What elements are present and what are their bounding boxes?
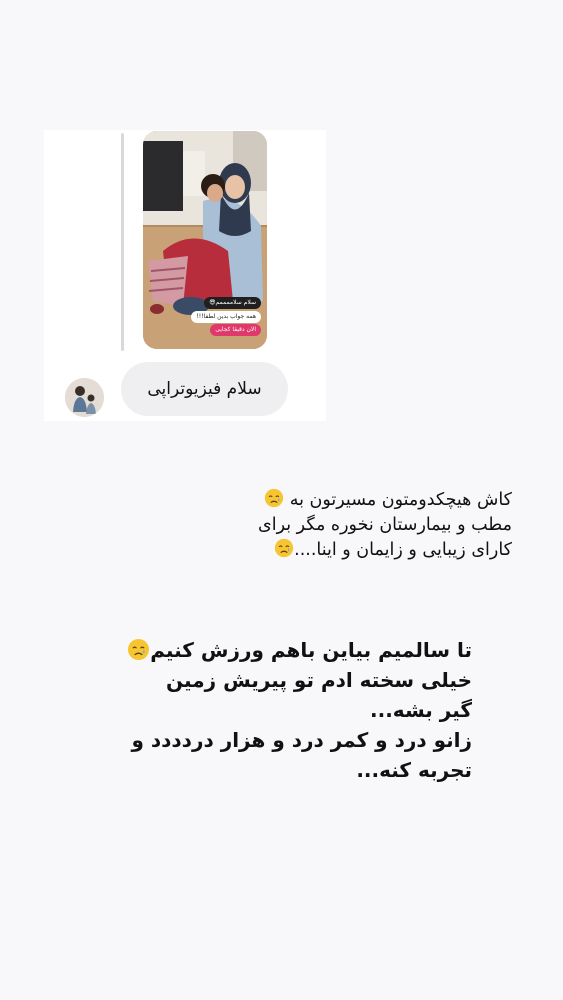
crying-face-icon (127, 638, 150, 661)
story-text-line: کاش هیچکدومتون مسیرتون به (180, 488, 512, 513)
message-card: سلام سلاممممم😎 همه جواب بدین لطفا!!! الا… (44, 130, 326, 421)
story-text-line: زانو درد و کمر درد و هزار دردددد و (131, 728, 473, 752)
story-text-line: تجربه کنه... (356, 758, 472, 782)
crying-face-icon (264, 488, 284, 508)
story-caption-line: الان دقیقا کجایی (210, 324, 261, 336)
crying-face-icon (274, 538, 294, 558)
sender-avatar[interactable] (65, 378, 104, 417)
message-bubble[interactable]: سلام فیزیوتراپی (121, 362, 288, 416)
message-text: سلام فیزیوتراپی (147, 379, 262, 399)
reply-indicator-bar (121, 133, 124, 351)
story-text-line: تا سالمیم بیاین باهم ورزش کنیم (100, 635, 472, 665)
story-text-block-1: کاش هیچکدومتون مسیرتون به مطب و بیمارستا… (180, 488, 512, 563)
story-text-line: گیر بشه... (370, 698, 472, 722)
story-caption-line: همه جواب بدین لطفا!!! (191, 311, 261, 323)
story-text-line: خیلی سخته ادم تو پیریش زمین (166, 668, 472, 692)
story-reply-thumbnail[interactable]: سلام سلاممممم😎 همه جواب بدین لطفا!!! الا… (143, 131, 267, 349)
story-text-line: مطب و بیمارستان نخوره مگر برای (258, 515, 512, 535)
story-text-line: کارای زیبایی و زایمان و اینا.... (180, 538, 512, 563)
story-text-block-2: تا سالمیم بیاین باهم ورزش کنیم خیلی سخته… (100, 635, 472, 785)
avatar-photo (65, 378, 104, 417)
story-caption-line: سلام سلاممممم😎 (204, 297, 261, 309)
